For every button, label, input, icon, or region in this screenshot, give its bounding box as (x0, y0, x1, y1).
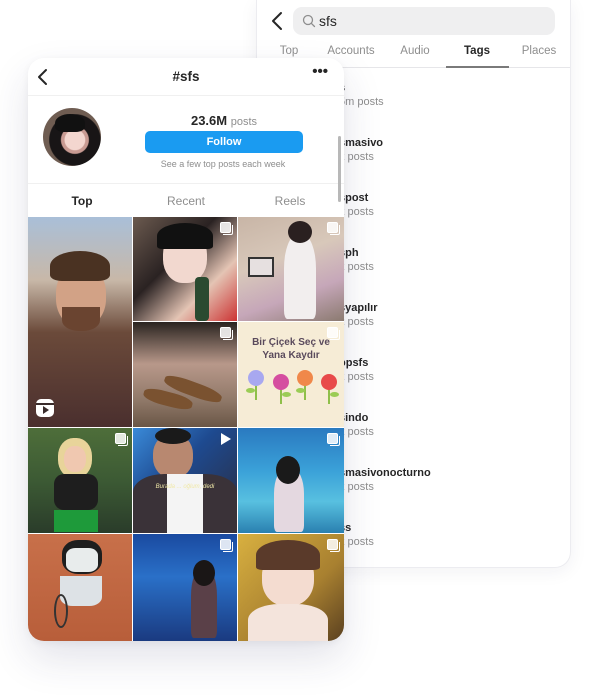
back-chevron-icon[interactable] (269, 10, 287, 32)
active-tab-indicator (446, 66, 509, 68)
carousel-icon (220, 222, 233, 235)
carousel-icon (327, 222, 340, 235)
more-options-icon[interactable]: ••• (312, 64, 328, 79)
post-tile[interactable]: Bir Çiçek Seç ve Yana Kaydır (238, 322, 344, 427)
tab-tags[interactable]: Tags (457, 45, 497, 57)
follow-button[interactable]: Follow (145, 131, 303, 153)
search-bar-row (257, 6, 570, 36)
tag-post-count: k posts (339, 206, 374, 218)
tag-post-count: k posts (339, 371, 374, 383)
post-tile[interactable] (238, 217, 344, 321)
tag-post-count: k posts (339, 151, 374, 163)
hashtag-avatar (43, 108, 101, 166)
tag-post-count: k posts (339, 536, 374, 548)
post-tile[interactable] (238, 428, 344, 533)
carousel-icon (115, 433, 128, 446)
post-tile[interactable]: Burada ... oğlum, dedi (133, 428, 237, 533)
tab-recent[interactable]: Recent (136, 194, 236, 208)
tag-post-count: k posts (339, 426, 374, 438)
post-tile[interactable] (28, 428, 132, 533)
post-text-line: Yana Kaydır (262, 350, 320, 361)
post-tile[interactable] (238, 534, 344, 641)
carousel-icon (327, 539, 340, 552)
carousel-icon (220, 327, 233, 340)
carousel-icon (327, 433, 340, 446)
video-play-icon (221, 433, 231, 445)
search-icon (302, 14, 316, 28)
posts-count-value: 23.6M (190, 113, 228, 128)
tab-top[interactable]: Top (277, 45, 301, 57)
post-text-overlay: Bir Çiçek Seç ve Yana Kaydır (238, 336, 344, 362)
post-tile[interactable] (133, 217, 237, 321)
carousel-icon (220, 539, 233, 552)
search-field[interactable] (293, 7, 555, 35)
post-tile[interactable] (28, 534, 132, 641)
tag-name: smasivo (339, 137, 384, 149)
hashtag-header: #sfs ••• (28, 58, 344, 96)
tab-places[interactable]: Places (519, 45, 559, 57)
video-caption: Burada ... oğlum, dedi (155, 484, 215, 490)
hashtag-page-panel: #sfs ••• 23.6M posts Follow See a few to… (28, 58, 344, 641)
tag-post-count: k posts (339, 481, 374, 493)
follow-subtext: See a few top posts each week (160, 159, 286, 169)
tag-post-count: 5m posts (339, 96, 384, 108)
tag-post-count: k posts (339, 261, 374, 273)
hashtag-tabs: Top Recent Reels (28, 184, 344, 216)
tab-accounts[interactable]: Accounts (325, 45, 377, 57)
posts-grid: Bir Çiçek Seç ve Yana Kaydır Burada ... … (28, 217, 344, 641)
tag-name: syapılır (339, 302, 378, 314)
search-input[interactable] (319, 7, 544, 35)
hashtag-profile-section: 23.6M posts Follow See a few top posts e… (28, 96, 344, 202)
page-title: #sfs (172, 69, 200, 84)
carousel-icon (327, 327, 340, 340)
reel-icon (36, 399, 54, 417)
post-tile[interactable] (133, 534, 237, 641)
tag-post-count: k posts (339, 316, 374, 328)
post-tile[interactable] (28, 217, 132, 427)
post-tile[interactable] (133, 322, 237, 427)
tab-reels[interactable]: Reels (240, 194, 340, 208)
posts-count: 23.6M posts (144, 113, 304, 128)
tab-top[interactable]: Top (32, 194, 132, 208)
posts-count-label: posts (230, 116, 258, 128)
tab-audio[interactable]: Audio (397, 45, 433, 57)
tag-name: smasivonocturno (339, 467, 431, 479)
